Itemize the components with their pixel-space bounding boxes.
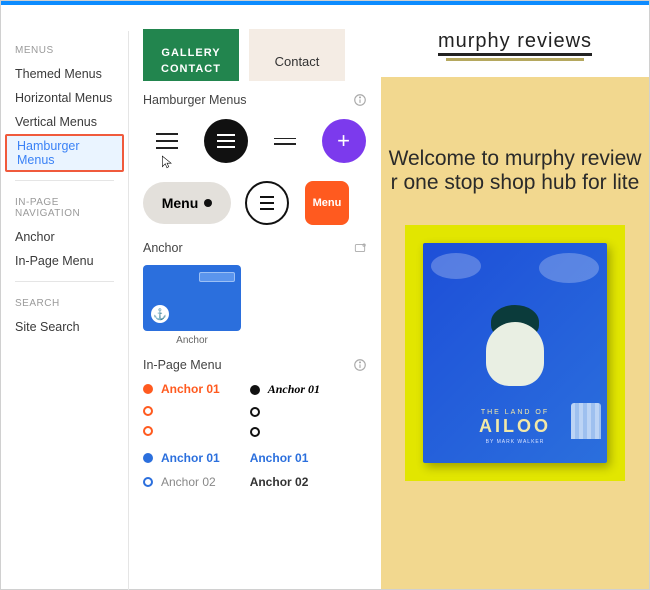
hamburger-preset-outline-circle[interactable] [243,179,291,227]
book-showcase: THE LAND OF AILOO BY MARK WALKER [405,225,625,481]
sidebar: MENUS Themed Menus Horizontal Menus Vert… [1,31,129,590]
preview-header: murphy reviews [381,5,649,77]
info-icon[interactable] [353,358,367,372]
menu-preset-label: Contact [275,54,320,69]
sidebar-heading-inpage: IN-PAGE NAVIGATION [1,189,128,225]
sidebar-heading-menus: MENUS [1,37,128,62]
sidebar-item-site-search[interactable]: Site Search [1,315,128,339]
anchor-label: Anchor 02 [161,475,216,489]
anchor-preset[interactable]: ⚓ Anchor [143,265,367,346]
hamburger-preset-thin-lines[interactable] [261,117,308,165]
anchor-label: Anchor 02 [250,475,309,489]
dot-icon [250,407,260,417]
hero-text: Welcome to murphy review r one stop shop… [381,77,649,225]
anchor-label: Anchor 01 [161,451,220,465]
menu-preset-label: GALLERY [161,47,220,59]
inpage-preset-blue-dots[interactable]: Anchor 01 Anchor 02 [143,451,220,489]
dot-icon [143,477,153,487]
illustration [486,322,544,386]
sidebar-item-themed-menus[interactable]: Themed Menus [1,62,128,86]
hamburger-preset-lines[interactable] [143,117,190,165]
dot-icon [143,426,153,436]
inpage-preset-bold-text[interactable]: Anchor 01 Anchor 02 [250,451,309,489]
inpage-preset-black-dots[interactable]: Anchor 01 [250,382,320,437]
slideshow-icon[interactable] [353,241,367,255]
inpage-preset-orange-dots[interactable]: Anchor 01 [143,382,220,437]
menu-preset-contact[interactable]: Contact [249,29,345,81]
book-title: AILOO [423,416,607,437]
hamburger-icon [274,138,296,145]
hamburger-preset-black-circle[interactable] [202,117,249,165]
info-icon[interactable] [353,93,367,107]
sidebar-heading-search: SEARCH [1,290,128,315]
preset-label: Anchor [143,335,241,346]
dot-icon [250,427,260,437]
sidebar-divider [15,281,114,282]
dot-icon [143,453,153,463]
cursor-icon [160,155,174,174]
anchor-icon: ⚓ [151,305,169,323]
hamburger-preset-plus-circle[interactable]: + [320,117,367,165]
hamburger-icon [204,119,248,163]
menu-preset-label: CONTACT [161,63,221,75]
menu-preset-green[interactable]: GALLERY CONTACT [143,29,239,81]
menu-label: Menu [313,197,342,209]
anchor-label: Anchor 01 [250,451,309,465]
anchor-label: Anchor 01 [161,382,220,396]
site-title: murphy reviews [438,27,592,56]
sidebar-item-hamburger-menus[interactable]: Hamburger Menus [5,134,124,172]
hamburger-icon [245,181,289,225]
cloud-icon [431,253,481,279]
menu-label: Menu [162,195,199,211]
plus-icon: + [322,119,366,163]
section-title-anchor: Anchor [143,241,183,255]
book-subtitle: THE LAND OF [423,409,607,416]
dot-icon [250,385,260,395]
section-title-hamburger: Hamburger Menus [143,93,247,107]
hamburger-preset-orange-square[interactable]: Menu [303,179,351,227]
book-author: BY MARK WALKER [423,439,607,445]
sidebar-item-anchor[interactable]: Anchor [1,225,128,249]
dot-icon [143,406,153,416]
component-gallery: GALLERY CONTACT Contact Hamburger Menus [129,21,381,590]
cloud-icon [539,253,599,283]
sidebar-item-in-page-menu[interactable]: In-Page Menu [1,249,128,273]
tab-icon [199,272,235,282]
hamburger-preset-pill[interactable]: Menu [143,182,231,224]
anchor-label: Anchor 01 [268,382,320,397]
sidebar-item-horizontal-menus[interactable]: Horizontal Menus [1,86,128,110]
sidebar-item-vertical-menus[interactable]: Vertical Menus [1,110,128,134]
dot-icon [143,384,153,394]
site-preview: murphy reviews Welcome to murphy review … [381,5,649,589]
dot-icon [204,199,212,207]
section-title-inpage: In-Page Menu [143,358,222,372]
book-cover: THE LAND OF AILOO BY MARK WALKER [423,243,607,463]
sidebar-divider [15,180,114,181]
